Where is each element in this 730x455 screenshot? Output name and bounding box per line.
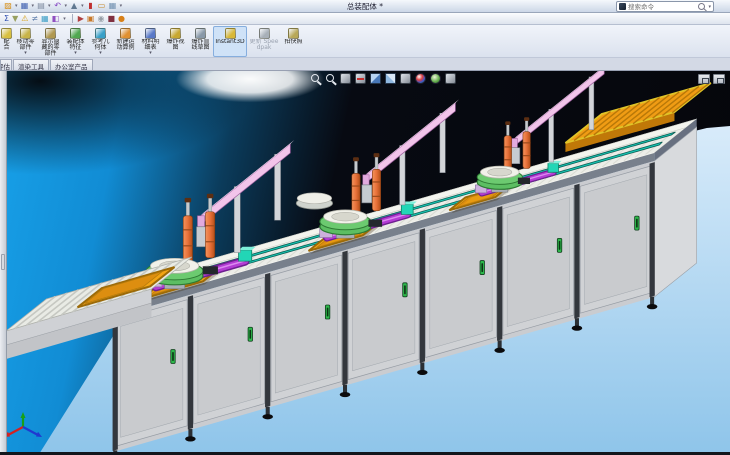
instant3d-icon xyxy=(225,28,236,39)
new-motion-study-icon xyxy=(120,28,131,39)
move-component-icon xyxy=(20,28,31,39)
heads-up-view-toolbar xyxy=(310,73,456,84)
document-window-buttons xyxy=(698,74,725,84)
show-hidden-components-icon xyxy=(45,28,56,39)
button-label: 拍快照 xyxy=(284,39,302,45)
mass-properties-icon[interactable]: ▦ xyxy=(41,13,49,24)
take-snapshot-button[interactable]: 拍快照 xyxy=(281,26,306,57)
appearance-icon[interactable]: ◧ xyxy=(52,13,60,24)
command-manager-ribbon: 配合移动零部件▾显示隐藏的零部件装配体特征▾参考几何体▾新建运动算例材料明细表▾… xyxy=(0,25,730,58)
update-speedpak-button[interactable]: 更新 Speedpak xyxy=(247,26,281,57)
exploded-view-icon xyxy=(170,28,181,39)
assembly-features-button[interactable]: 装配体特征▾ xyxy=(63,26,88,57)
search-icon[interactable] xyxy=(698,3,706,11)
motion-study-icon[interactable]: ▶ xyxy=(78,13,84,24)
button-label: Instant3D xyxy=(215,39,244,45)
command-manager-tabs: 评估渲染工具办公室产品 xyxy=(0,58,730,71)
explode-line-sketch-button[interactable]: 爆炸直线草图 xyxy=(188,26,213,57)
view-orientation-icon[interactable] xyxy=(370,73,381,84)
explode-line-sketch-icon xyxy=(195,28,206,39)
title-bar: ▨▾▦▾▤▾↶▾▲▾▮▭▦▾ 总装配体 * ▾ xyxy=(0,0,730,13)
bill-of-materials-button[interactable]: 材料明细表▾ xyxy=(138,26,163,57)
appearance-icon-caret[interactable]: ▾ xyxy=(63,16,66,22)
open-icon[interactable]: ▨ xyxy=(3,1,13,11)
warning-icon[interactable]: ⚠ xyxy=(21,13,28,24)
tab-office-products[interactable]: 办公室产品 xyxy=(50,59,93,70)
select-icon[interactable]: ▲ xyxy=(69,1,79,11)
rebuild-icon[interactable]: ▮ xyxy=(86,1,96,11)
interference-check-icon[interactable]: ▼ xyxy=(12,13,18,24)
search-dropdown-icon[interactable]: ▾ xyxy=(708,4,711,10)
button-label: 新建运动算例 xyxy=(114,39,137,51)
search-input[interactable] xyxy=(628,3,696,11)
new-motion-study-button[interactable]: 新建运动算例 xyxy=(113,26,138,57)
open-icon-caret[interactable]: ▾ xyxy=(15,3,18,9)
apply-scene-icon[interactable] xyxy=(430,73,441,84)
file-properties-icon[interactable]: ▭ xyxy=(97,1,107,11)
edit-appearance-icon[interactable] xyxy=(415,73,426,84)
zoom-area-icon[interactable] xyxy=(325,73,336,84)
simulation-icon[interactable]: ▣ xyxy=(87,13,95,24)
options-icon[interactable]: ▦ xyxy=(108,1,118,11)
tab-evaluate[interactable]: 评估 xyxy=(0,59,12,70)
exploded-view-button[interactable]: 爆炸视图 xyxy=(163,26,188,57)
tools-toolbar: Σ▼⚠≠▦◧▾ ▶▣◉■● xyxy=(0,13,730,25)
solidworks-logo-icon xyxy=(619,3,626,10)
button-label: 显示隐藏的零部件 xyxy=(39,39,62,56)
show-hidden-components-button[interactable]: 显示隐藏的零部件 xyxy=(38,26,63,57)
take-snapshot-icon xyxy=(288,28,299,39)
graphics-area[interactable] xyxy=(0,71,730,452)
measure-icon[interactable]: ≠ xyxy=(31,13,38,24)
display-style-icon[interactable] xyxy=(385,73,396,84)
options-icon-caret[interactable]: ▾ xyxy=(120,3,123,9)
menu-caret-icon[interactable]: ▾ xyxy=(149,51,152,55)
mate-icon xyxy=(1,28,12,39)
view-settings-icon[interactable] xyxy=(445,73,456,84)
panel-splitter-handle[interactable] xyxy=(1,254,5,270)
orientation-triad xyxy=(2,412,44,446)
zoom-fit-icon[interactable] xyxy=(310,73,321,84)
save-icon[interactable]: ▦ xyxy=(20,1,30,11)
equations-icon[interactable]: Σ xyxy=(4,13,9,24)
instant3d-button[interactable]: Instant3D xyxy=(213,26,247,57)
toolbox-icon[interactable]: ■ xyxy=(107,13,115,24)
render-icon[interactable]: ◉ xyxy=(97,13,104,24)
undo-icon[interactable]: ↶ xyxy=(53,1,63,11)
print-icon[interactable]: ▤ xyxy=(36,1,46,11)
reference-geometry-icon xyxy=(95,28,106,39)
solidworks-window: ▨▾▦▾▤▾↶▾▲▾▮▭▦▾ 总装配体 * ▾ Σ▼⚠≠▦◧▾▶▣◉■● 配合移… xyxy=(0,0,730,455)
assembly-3d-model[interactable] xyxy=(0,71,730,452)
featuremanager-collapsed-panel[interactable] xyxy=(0,71,7,452)
undo-icon-caret[interactable]: ▾ xyxy=(65,3,68,9)
button-label: 爆炸视图 xyxy=(164,39,187,51)
button-label: 爆炸直线草图 xyxy=(189,39,212,51)
button-label: 更新 Speedpak xyxy=(248,39,280,51)
bill-of-materials-icon xyxy=(145,28,156,39)
section-view-icon[interactable] xyxy=(355,73,366,84)
scene-icon[interactable]: ● xyxy=(118,13,125,24)
maximize-doc-window-button[interactable] xyxy=(713,74,725,84)
menu-caret-icon[interactable]: ▾ xyxy=(24,51,27,55)
menu-caret-icon[interactable]: ▾ xyxy=(74,51,77,55)
print-icon-caret[interactable]: ▾ xyxy=(48,3,51,9)
previous-view-icon[interactable] xyxy=(340,73,351,84)
button-label: 配合 xyxy=(1,39,12,51)
quick-access-toolbar: ▨▾▦▾▤▾↶▾▲▾▮▭▦▾ xyxy=(0,1,123,11)
hide-show-items-icon[interactable] xyxy=(400,73,411,84)
menu-caret-icon[interactable]: ▾ xyxy=(99,51,102,55)
toolbar-separator xyxy=(72,14,73,23)
move-component-button[interactable]: 移动零部件▾ xyxy=(13,26,38,57)
restore-doc-window-button[interactable] xyxy=(698,74,710,84)
select-icon-caret[interactable]: ▾ xyxy=(81,3,84,9)
command-search[interactable]: ▾ xyxy=(616,1,714,12)
tab-render-tools[interactable]: 渲染工具 xyxy=(13,59,49,70)
mate-button[interactable]: 配合 xyxy=(0,26,13,57)
assembly-features-icon xyxy=(70,28,81,39)
save-icon-caret[interactable]: ▾ xyxy=(32,3,35,9)
reference-geometry-button[interactable]: 参考几何体▾ xyxy=(88,26,113,57)
update-speedpak-icon xyxy=(259,28,270,39)
